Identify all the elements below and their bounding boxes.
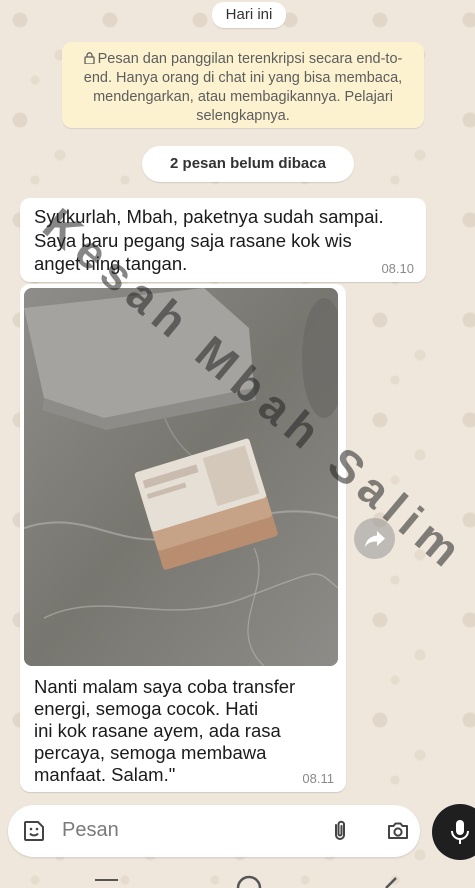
lock-icon xyxy=(83,52,95,64)
attach-icon[interactable] xyxy=(328,819,352,843)
date-pill: Hari ini xyxy=(212,2,286,28)
message-time: 08.11 xyxy=(302,771,334,786)
image-message-bubble[interactable]: Nanti malam saya coba transfer energi, s… xyxy=(20,284,346,792)
mic-icon xyxy=(451,820,469,844)
product-photo[interactable] xyxy=(24,288,338,666)
camera-icon[interactable] xyxy=(386,819,410,843)
image-caption: Nanti malam saya coba transfer energi, s… xyxy=(34,676,296,785)
message-input-placeholder[interactable]: Pesan xyxy=(62,819,119,842)
message-composer[interactable]: Pesan xyxy=(8,805,420,857)
message-bubble[interactable]: Syukurlah, Mbah, paketnya sudah sampai. … xyxy=(20,198,426,282)
system-navigation-bar xyxy=(95,875,397,888)
message-time: 08.10 xyxy=(381,261,414,276)
forward-icon xyxy=(364,530,385,547)
home-icon[interactable] xyxy=(236,875,262,888)
encryption-notice[interactable]: Pesan dan panggilan terenkripsi secara e… xyxy=(62,42,424,128)
encryption-notice-text: Pesan dan panggilan terenkripsi secara e… xyxy=(83,51,403,124)
unread-messages-pill: 2 pesan belum dibaca xyxy=(142,146,354,182)
message-text: Syukurlah, Mbah, paketnya sudah sampai. … xyxy=(34,206,384,274)
photo-illustration xyxy=(24,288,338,666)
back-icon[interactable] xyxy=(385,877,397,888)
sticker-icon[interactable] xyxy=(22,819,46,843)
forward-button[interactable] xyxy=(354,518,395,559)
